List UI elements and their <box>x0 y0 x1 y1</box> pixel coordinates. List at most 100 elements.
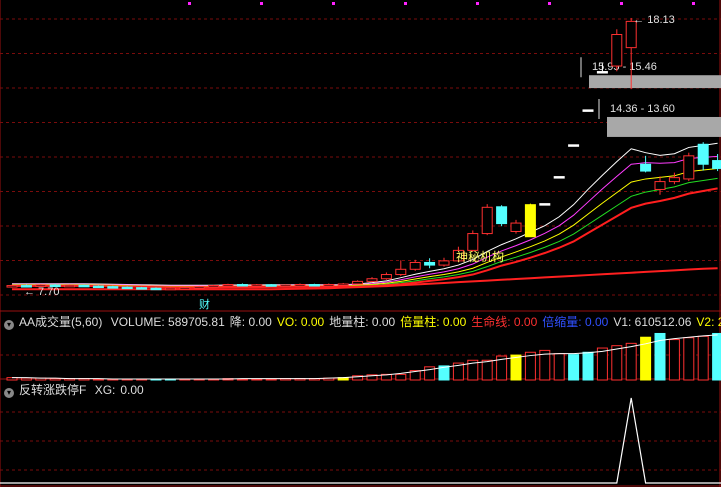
volume-indicator: VOLUME: 589705.81 <box>110 315 225 329</box>
volume-bar <box>611 345 623 381</box>
volume-bar <box>625 342 637 381</box>
candle-body <box>337 283 349 286</box>
volume-bar <box>510 354 522 381</box>
candle-body <box>121 286 133 290</box>
candle-body <box>380 274 392 280</box>
signal-title: 反转涨跌停F <box>19 383 87 397</box>
top-marker <box>188 2 191 5</box>
institution-label: 神秘机构 <box>456 249 504 264</box>
candle-body <box>568 144 580 147</box>
volume-bar <box>481 359 493 381</box>
candle-body <box>193 286 205 289</box>
candle-body <box>294 284 306 287</box>
candle-body <box>323 284 335 287</box>
candle-body <box>438 260 450 266</box>
candle-body <box>164 287 176 291</box>
candle-body <box>107 286 119 289</box>
volume-bar <box>683 337 695 381</box>
volume-bar <box>668 339 680 381</box>
top-marker <box>692 2 695 5</box>
candle-body <box>222 284 234 287</box>
candle-body <box>136 287 148 290</box>
candle-body <box>78 284 90 288</box>
candle-body <box>251 284 263 287</box>
top-marker <box>332 2 335 5</box>
candle-body <box>395 268 407 276</box>
stock-chart: 15.95 - 15.4614.36 - 13.60← 18.13← 7.70神… <box>0 0 721 487</box>
volume-indicator: 生命线: 0.00 <box>471 315 538 329</box>
volume-title: AA成交量(5,60) <box>19 315 103 329</box>
volume-bar <box>553 353 565 381</box>
signal-value: 0.00 <box>120 383 144 397</box>
resistance-zone <box>607 116 721 137</box>
candle-body <box>553 176 565 179</box>
candle-body <box>265 284 277 287</box>
candle-body <box>539 203 551 206</box>
top-marker <box>476 2 479 5</box>
candle-body <box>150 287 162 291</box>
signal-label: XG: <box>94 383 116 397</box>
candle-body <box>409 261 421 270</box>
candle-body <box>64 284 76 288</box>
candle-body <box>424 261 436 266</box>
volume-bar <box>251 378 263 381</box>
ma-line-magenta <box>12 155 718 287</box>
candle-body <box>697 143 709 165</box>
volume-bar <box>49 378 61 381</box>
candle-body <box>611 34 623 67</box>
candle-body <box>524 204 536 238</box>
volume-indicators: VOLUME: 589705.81 降: 0.00 VO: 0.00 地量柱: 0.0… <box>111 315 721 329</box>
candle-body <box>481 206 493 235</box>
volume-bar <box>712 332 721 381</box>
candle-body <box>236 284 248 287</box>
ma-line-green <box>12 177 718 288</box>
volume-indicator: V1: 610512.06 <box>613 315 692 329</box>
candle-body <box>582 109 594 112</box>
finance-marker: 财 <box>199 297 210 311</box>
volume-bar <box>395 373 407 381</box>
high-price-label: ← 18.13 <box>633 14 675 26</box>
candle-body <box>366 278 378 282</box>
candle-body <box>308 284 320 287</box>
candle-body <box>179 287 191 290</box>
candle-body <box>510 222 522 232</box>
candle-body <box>596 71 608 74</box>
top-marker <box>260 2 263 5</box>
volume-indicator: 降: 0.00 <box>229 315 272 329</box>
low-price-label: ← 7.70 <box>24 286 59 298</box>
volume-bar <box>20 377 32 381</box>
ma-line-yellow <box>12 167 718 287</box>
volume-bar <box>697 335 709 381</box>
top-marker <box>548 2 551 5</box>
candle-body <box>496 206 508 225</box>
candle-body <box>467 233 479 251</box>
volume-indicator: 倍量柱: 0.00 <box>400 315 467 329</box>
candle-body <box>280 284 292 288</box>
ma-line-white <box>12 142 718 286</box>
ma-line-red <box>12 187 718 289</box>
volume-bar <box>596 347 608 381</box>
volume-bar <box>265 378 277 381</box>
top-marker <box>620 2 623 5</box>
signal-panel-header: ▾ 反转涨跌停F XG: 0.00 <box>0 381 149 399</box>
candle-body <box>668 177 680 183</box>
candle-body <box>712 160 721 169</box>
candle-body <box>654 181 666 190</box>
candle-body <box>208 285 220 288</box>
resistance-zone-label: 14.36 - 13.60 <box>610 103 675 115</box>
candle-body <box>683 155 695 180</box>
candle-body <box>640 163 652 172</box>
collapse-icon[interactable]: ▾ <box>4 320 14 330</box>
volume-bar <box>582 351 594 381</box>
volume-bar <box>568 354 580 381</box>
top-marker <box>404 2 407 5</box>
candle-body <box>352 280 364 285</box>
candle-body <box>6 285 18 288</box>
volume-indicator: VO: 0.00 <box>276 315 325 329</box>
resistance-zone <box>589 75 721 89</box>
volume-indicator: 地量柱: 0.00 <box>329 315 396 329</box>
volume-panel-header: ▾ AA成交量(5,60) VOLUME: 589705.81 降: 0.00 VO:… <box>0 313 721 331</box>
candle-body <box>92 285 104 289</box>
collapse-icon[interactable]: ▾ <box>4 388 14 398</box>
volume-indicator: 倍缩量: 0.00 <box>542 315 609 329</box>
